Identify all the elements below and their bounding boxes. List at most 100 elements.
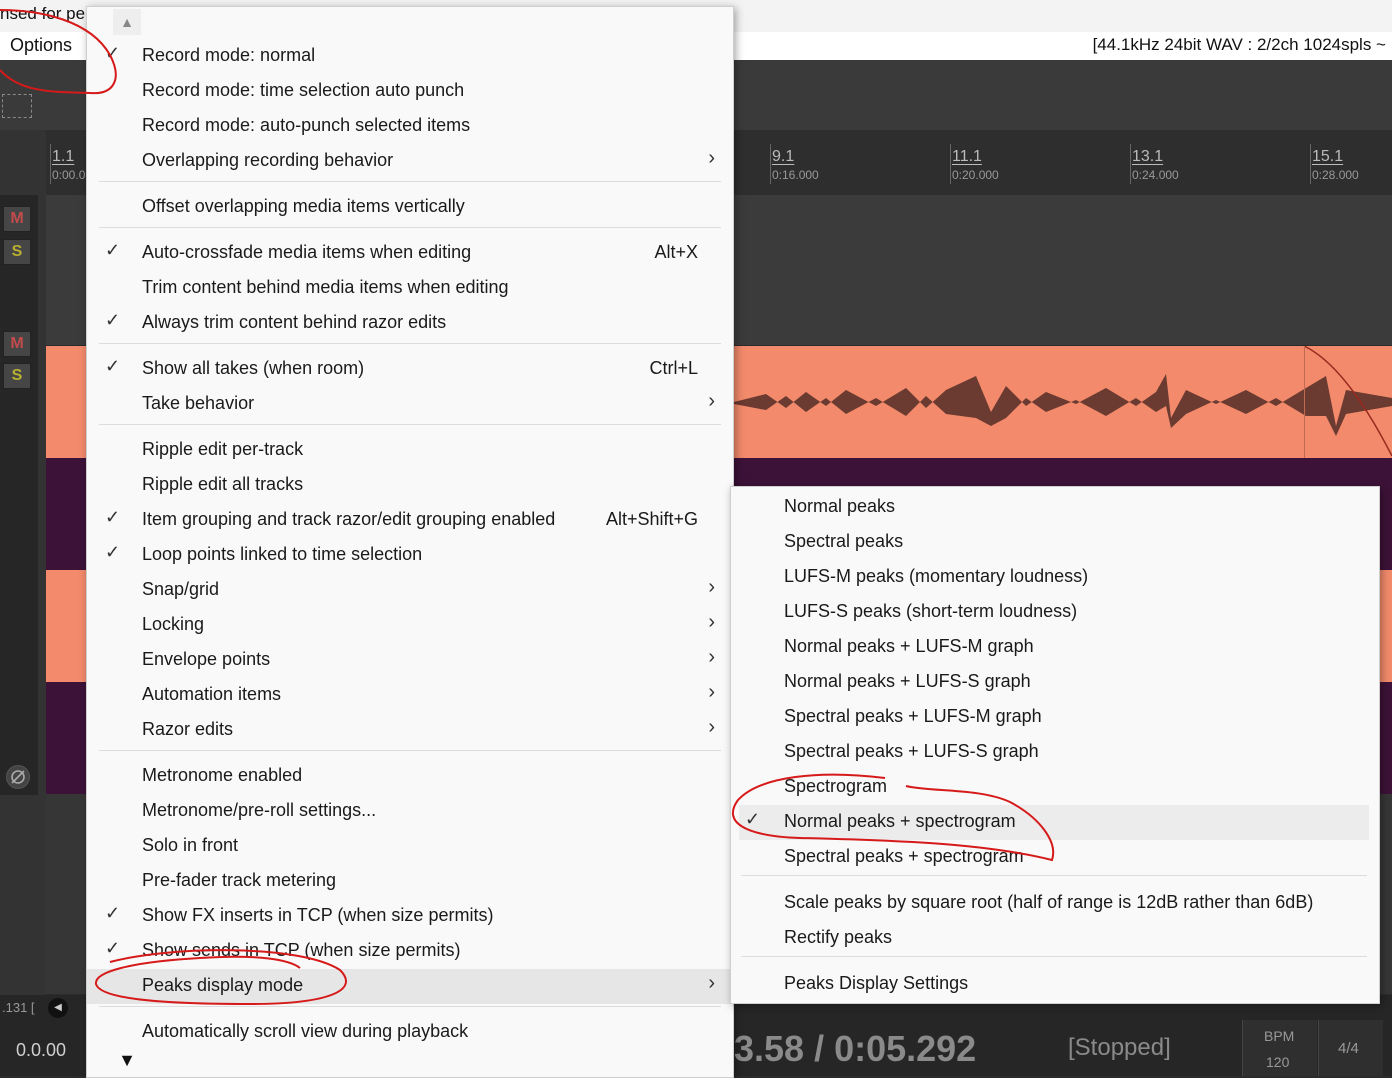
checkmark-icon: ✓ [105, 903, 121, 923]
submenu-item[interactable]: Peaks Display Settings [731, 967, 1379, 1002]
submenu-item[interactable]: LUFS-M peaks (momentary loudness) [731, 560, 1379, 595]
menu-item[interactable]: Razor edits › [87, 713, 733, 748]
menu-item-label: Automation items [142, 684, 282, 704]
track-2-solo-button[interactable]: S [3, 363, 31, 389]
submenu-item[interactable]: Spectral peaks + LUFS-M graph [731, 700, 1379, 735]
menu-item[interactable]: Locking › [87, 608, 733, 643]
checkmark-icon: ✓ [105, 43, 121, 63]
chevron-right-icon: › [708, 716, 715, 738]
menu-separator [99, 424, 721, 425]
menu-item[interactable]: Metronome/pre-roll settings... [87, 794, 733, 829]
rewind-icon[interactable]: ◀ [48, 998, 68, 1018]
triangle-down-icon[interactable]: ▼ [113, 1047, 141, 1073]
menu-item-label: Trim content behind media items when edi… [142, 277, 509, 297]
menu-separator [99, 343, 721, 344]
menu-item[interactable]: Overlapping recording behavior › [87, 144, 733, 179]
menu-item[interactable]: ✓ Item grouping and track razor/edit grou… [87, 503, 733, 538]
marquee-select-icon[interactable] [2, 94, 32, 118]
menu-item[interactable]: ✓ Loop points linked to time selection [87, 538, 733, 573]
menu-item[interactable]: Solo in front [87, 829, 733, 864]
checkmark-icon: ✓ [745, 809, 761, 829]
menu-item-label: Record mode: auto-punch selected items [142, 115, 471, 135]
menu-item[interactable]: Ripple edit all tracks [87, 468, 733, 503]
checkmark-icon: ✓ [105, 938, 121, 958]
submenu-item[interactable]: LUFS-S peaks (short-term loudness) [731, 595, 1379, 630]
ruler-tick [1130, 144, 1131, 184]
chevron-right-icon: › [708, 611, 715, 633]
track-2-mute-button[interactable]: M [3, 331, 31, 357]
phase-invert-icon[interactable] [6, 765, 30, 789]
submenu-item[interactable]: Spectral peaks [731, 525, 1379, 560]
menu-item-label: Overlapping recording behavior [142, 150, 394, 170]
submenu-item-label: Spectral peaks [784, 531, 904, 551]
menu-item-label: Show all takes (when room) [142, 358, 365, 378]
window-title: nsed for pe [0, 4, 86, 23]
submenu-item[interactable]: Spectral peaks + LUFS-S graph [731, 735, 1379, 770]
track-control-strip [0, 195, 38, 795]
submenu-item-label: LUFS-S peaks (short-term loudness) [784, 601, 1078, 621]
menu-item[interactable]: Record mode: time selection auto punch [87, 74, 733, 109]
chevron-right-icon: › [708, 576, 715, 598]
submenu-item[interactable]: Spectral peaks + spectrogram [731, 840, 1379, 875]
menu-item[interactable]: Trim content behind media items when edi… [87, 271, 733, 306]
menu-item-shortcut: Alt+Shift+G [605, 509, 698, 529]
submenu-item[interactable]: Normal peaks + LUFS-S graph [731, 665, 1379, 700]
menu-item[interactable]: Automatically scroll view during playbac… [87, 1015, 733, 1050]
menu-item[interactable]: Metronome enabled [87, 759, 733, 794]
menu-item-label: Solo in front [142, 835, 239, 855]
menu-item-label: Record mode: normal [142, 45, 316, 65]
menu-item[interactable]: ✓ Show sends in TCP (when size permits) [87, 934, 733, 969]
ruler-time-label: 0:20.000 [952, 168, 999, 182]
menu-item[interactable]: Snap/grid › [87, 573, 733, 608]
options-dropdown-menu: ▲ ✓ Record mode: normal Record mode: time … [86, 6, 734, 1078]
menu-item-label: Take behavior [142, 393, 255, 413]
menu-item-label: Razor edits [142, 719, 234, 739]
chevron-right-icon: › [708, 681, 715, 703]
menu-item[interactable]: Peaks display mode › [87, 969, 733, 1004]
ruler-tick [950, 144, 951, 184]
submenu-item[interactable]: ✓ Normal peaks + spectrogram [739, 805, 1369, 840]
menu-item[interactable]: Offset overlapping media items verticall… [87, 190, 733, 225]
submenu-item[interactable]: Normal peaks + LUFS-M graph [731, 630, 1379, 665]
transport-status: [Stopped] [1068, 1034, 1171, 1061]
menu-item[interactable]: Ripple edit per-track [87, 433, 733, 468]
menu-item[interactable]: Automation items › [87, 678, 733, 713]
chevron-right-icon: › [708, 646, 715, 668]
ruler-bar-label: 13.1 [1132, 148, 1164, 165]
menu-item[interactable]: ✓ Show all takes (when room) Ctrl+L [87, 352, 733, 387]
ruler-bar-label: 9.1 [772, 148, 795, 165]
menu-item[interactable]: Record mode: auto-punch selected items [87, 109, 733, 144]
position-readout: 0.0.00 [16, 1040, 67, 1060]
menu-separator [99, 181, 721, 182]
menu-item-label: Snap/grid [142, 579, 220, 599]
submenu-item-label: Spectrogram [784, 776, 888, 796]
track-1-mute-button[interactable]: M [3, 206, 31, 232]
submenu-item[interactable]: Spectrogram [731, 770, 1379, 805]
menu-item-label: Ripple edit all tracks [142, 474, 304, 494]
submenu-item-label: Rectify peaks [784, 927, 893, 947]
menu-item[interactable]: Take behavior › [87, 387, 733, 422]
ruler-bar-label: 15.1 [1312, 148, 1344, 165]
submenu-item[interactable]: Normal peaks [731, 490, 1379, 525]
menu-item-label: Show sends in TCP (when size permits) [142, 940, 461, 960]
track-1-solo-button[interactable]: S [3, 239, 31, 265]
menu-item[interactable]: ✓ Show FX inserts in TCP (when size permi… [87, 899, 733, 934]
menu-item[interactable]: ✓ Record mode: normal [87, 39, 733, 74]
submenu-item-label: Scale peaks by square root (half of rang… [784, 892, 1314, 912]
ruler-tick [770, 144, 771, 184]
checkmark-icon: ✓ [105, 507, 121, 527]
menu-item[interactable]: ✓ Always trim content behind razor edits [87, 306, 733, 341]
checkmark-icon: ✓ [105, 310, 121, 330]
menu-item[interactable]: Envelope points › [87, 643, 733, 678]
menu-item[interactable]: Pre-fader track metering [87, 864, 733, 899]
ruler-time-label: 0:00.0 [52, 168, 86, 182]
menu-item-label: Peaks display mode [142, 975, 304, 995]
submenu-item[interactable]: Scale peaks by square root (half of rang… [731, 886, 1379, 921]
menu-item-label: Pre-fader track metering [142, 870, 337, 890]
checkmark-icon: ✓ [105, 356, 121, 376]
triangle-up-icon[interactable]: ▲ [113, 9, 141, 35]
submenu-item[interactable]: Rectify peaks [731, 921, 1379, 956]
menu-options[interactable]: Options [10, 35, 72, 56]
submenu-item-label: Spectral peaks + LUFS-M graph [784, 706, 1042, 726]
menu-item[interactable]: ✓ Auto-crossfade media items when editing… [87, 236, 733, 271]
